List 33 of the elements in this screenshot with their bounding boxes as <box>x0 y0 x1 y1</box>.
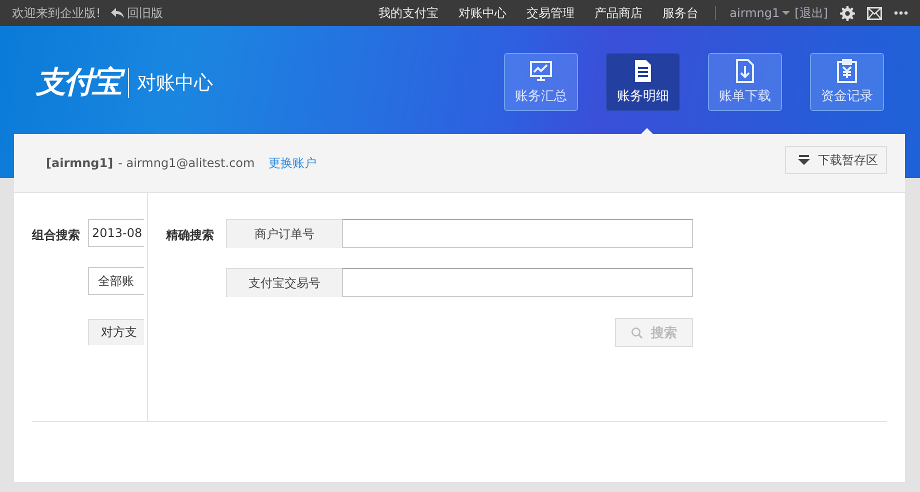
nav-link[interactable]: 对账中心 <box>458 4 507 22</box>
welcome-text: 欢迎来到企业版! <box>12 4 101 22</box>
download-arrow-icon <box>798 154 810 166</box>
nav-tab[interactable]: 账单下载 <box>708 53 782 111</box>
nav-link[interactable]: 服务台 <box>662 4 699 22</box>
site-title: 对账中心 <box>137 70 213 96</box>
nav-link[interactable]: 产品商店 <box>594 4 643 22</box>
monitor-chart-icon <box>529 59 553 83</box>
date-field[interactable]: 2013-08 <box>88 219 144 247</box>
download-area-button[interactable]: 下载暂存区 <box>785 146 887 174</box>
account-type-select[interactable]: 全部账 <box>88 267 144 295</box>
field-label: 对方支 <box>88 319 144 345</box>
more-icon[interactable] <box>894 11 908 15</box>
nav-tab[interactable]: 账务明细 <box>606 53 680 111</box>
mail-icon[interactable] <box>867 6 882 20</box>
combo-search-label: 组合搜索 <box>32 227 80 244</box>
input-field[interactable] <box>342 219 693 248</box>
settings-icon[interactable] <box>840 6 855 20</box>
nav-link[interactable]: 交易管理 <box>526 4 575 22</box>
yuan-clipboard-icon <box>835 59 859 83</box>
old-version-link[interactable]: 回旧版 <box>110 4 163 22</box>
nav-link[interactable]: 我的支付宝 <box>378 4 439 22</box>
account-name: [airmng1] <box>46 156 114 170</box>
input-field[interactable] <box>342 268 693 297</box>
field-label: 支付宝交易号 <box>226 268 342 297</box>
user-menu[interactable]: airmng1 <box>730 6 790 20</box>
exact-search-label: 精确搜索 <box>166 227 214 244</box>
logout-link[interactable]: [退出] <box>794 4 828 22</box>
back-arrow-icon <box>110 8 124 18</box>
account-email: - airmng1@alitest.com <box>118 156 255 170</box>
download-file-icon <box>733 59 757 83</box>
field-label: 商户订单号 <box>226 219 342 248</box>
search-icon <box>631 326 643 338</box>
